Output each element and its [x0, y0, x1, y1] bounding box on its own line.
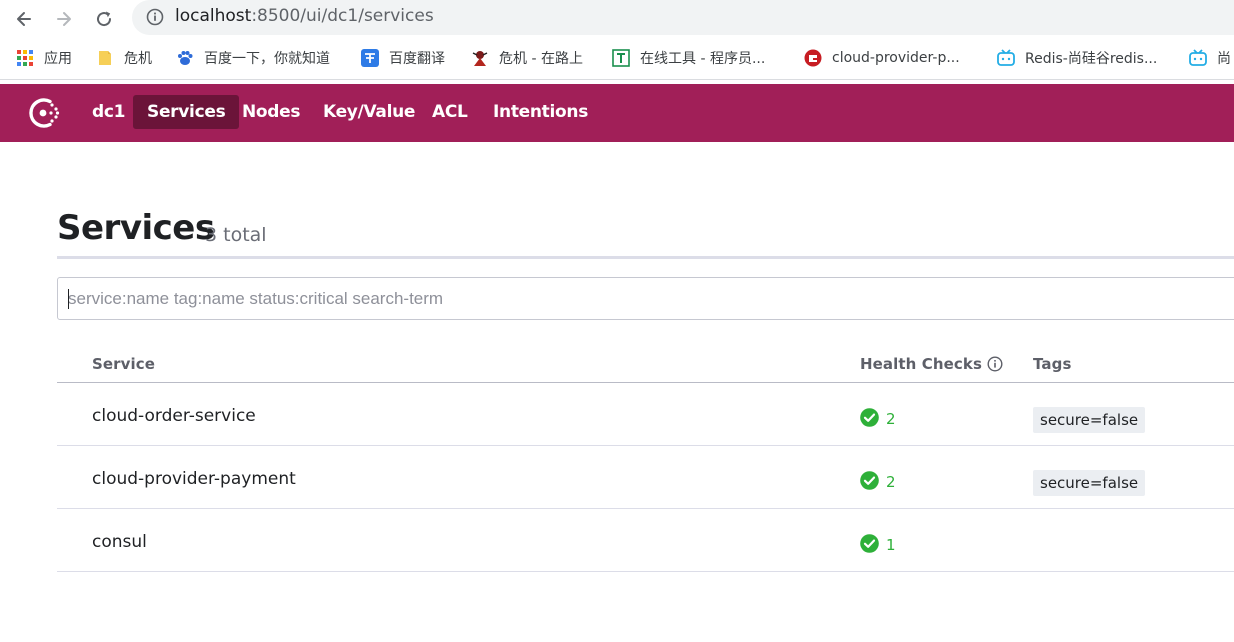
- passing-count: 2: [886, 410, 896, 428]
- nav-intentions[interactable]: Intentions: [479, 95, 602, 129]
- column-header-label: Service: [92, 355, 156, 373]
- service-tag: secure=false: [1033, 407, 1146, 433]
- bookmark-label: Redis-尚硅谷redis...: [1025, 51, 1158, 67]
- search-input[interactable]: [68, 278, 1168, 319]
- column-header-service[interactable]: Service: [92, 355, 155, 373]
- health-status: 1: [860, 533, 896, 554]
- bookmark-label: 危机 - 在路上: [499, 51, 583, 67]
- column-header-tags[interactable]: Tags: [1033, 355, 1072, 373]
- bookmark-gitee[interactable]: cloud-provider-p...: [804, 47, 960, 69]
- table-row[interactable]: cloud-order-service 2 secure=false: [57, 383, 1234, 446]
- url-text[interactable]: localhost:8500/ui/dc1/services: [175, 6, 434, 26]
- health-status: 2: [860, 470, 896, 491]
- folder-icon: [96, 49, 114, 67]
- passing-check-icon: [860, 534, 879, 553]
- passing-count: 1: [886, 536, 896, 554]
- back-arrow-icon: [17, 12, 31, 26]
- url-host: localhost: [175, 6, 252, 26]
- passing-count: 2: [886, 473, 896, 491]
- tool-t-icon: [612, 49, 630, 67]
- bookmark-bilibili-redis[interactable]: Redis-尚硅谷redis...: [997, 47, 1157, 69]
- bookmark-label: 在线工具 - 程序员...: [640, 51, 766, 67]
- title-divider: [57, 256, 1234, 259]
- nav-nodes[interactable]: Nodes: [228, 95, 314, 129]
- info-icon[interactable]: [987, 356, 1003, 372]
- bookmark-label: 应用: [44, 51, 72, 67]
- bookmark-label: 尚: [1217, 51, 1231, 67]
- page-title: Services: [57, 208, 215, 248]
- nav-acl[interactable]: ACL: [418, 95, 482, 129]
- services-count: 3 total: [205, 224, 267, 246]
- passing-check-icon: [860, 471, 879, 490]
- passing-check-icon: [860, 408, 879, 427]
- service-name-link[interactable]: consul: [92, 532, 147, 552]
- bookmark-baidu[interactable]: 百度一下，你就知道: [176, 47, 330, 69]
- bookmarks-bar: 应用 危机 百度一下，你就知道 百度翻译 危机 - 在路上 在线工具 - 程序员…: [0, 38, 1234, 80]
- forward-arrow-icon: [57, 12, 71, 26]
- text-cursor: [68, 289, 69, 309]
- apps-grid-icon: [16, 49, 34, 67]
- browser-toolbar: localhost:8500/ui/dc1/services: [0, 0, 1234, 38]
- translate-icon: [361, 49, 379, 67]
- service-name-link[interactable]: cloud-order-service: [92, 406, 256, 426]
- column-header-label: Health Checks: [860, 355, 983, 373]
- table-row[interactable]: consul 1: [57, 509, 1234, 572]
- bookmark-online-tools[interactable]: 在线工具 - 程序员...: [612, 47, 765, 69]
- bookmark-label: 危机: [124, 51, 152, 67]
- nav-services[interactable]: Services: [133, 95, 240, 129]
- service-name-link[interactable]: cloud-provider-payment: [92, 469, 296, 489]
- table-row[interactable]: cloud-provider-payment 2 secure=false: [57, 446, 1234, 509]
- search-field[interactable]: [57, 277, 1234, 320]
- consul-logo-icon[interactable]: [26, 94, 64, 132]
- url-path: :8500/ui/dc1/services: [251, 6, 434, 26]
- site-info-icon[interactable]: [146, 8, 164, 26]
- service-tag: secure=false: [1033, 470, 1146, 496]
- consul-header: dc1 Services Nodes Key/Value ACL Intenti…: [0, 84, 1234, 142]
- bookmark-label: 百度翻译: [389, 51, 445, 67]
- gitee-icon: [804, 49, 822, 67]
- bookmark-apps[interactable]: 应用: [16, 47, 72, 69]
- bookmark-label: 百度一下，你就知道: [204, 51, 330, 67]
- column-header-health-checks[interactable]: Health Checks: [860, 355, 1003, 373]
- reload-button[interactable]: [90, 5, 118, 33]
- bookmark-bilibili-more[interactable]: 尚: [1189, 47, 1231, 69]
- ninja-avatar-icon: [471, 49, 489, 67]
- forward-button[interactable]: [50, 5, 78, 33]
- back-button[interactable]: [10, 5, 38, 33]
- reload-icon: [97, 11, 112, 27]
- nav-key-value[interactable]: Key/Value: [309, 95, 429, 129]
- datacenter-selector[interactable]: dc1: [78, 95, 139, 129]
- bookmark-blog[interactable]: 危机 - 在路上: [471, 47, 583, 69]
- bookmark-baidu-translate[interactable]: 百度翻译: [361, 47, 445, 69]
- bilibili-icon: [1189, 49, 1207, 67]
- column-header-label: Tags: [1033, 355, 1072, 373]
- bookmark-label: cloud-provider-p...: [832, 50, 960, 66]
- bilibili-icon: [997, 49, 1015, 67]
- health-status: 2: [860, 407, 896, 428]
- bookmark-folder[interactable]: 危机: [96, 47, 152, 69]
- baidu-paw-icon: [176, 49, 194, 67]
